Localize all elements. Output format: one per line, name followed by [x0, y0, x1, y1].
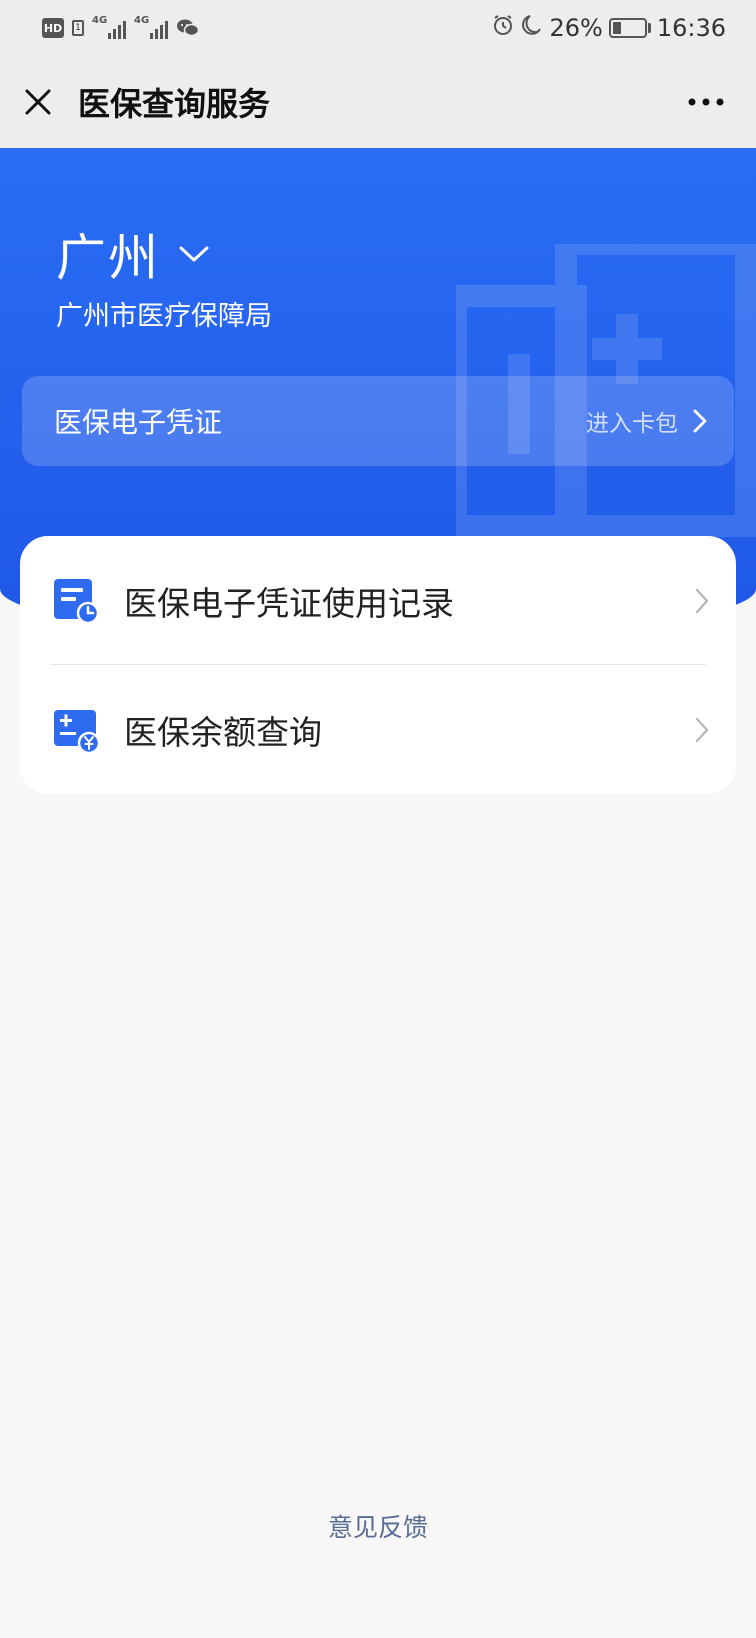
menu-item-label: 医保余额查询 [124, 712, 322, 752]
network-type-label: 4G [92, 15, 108, 26]
city-name: 广州 [56, 229, 160, 287]
ecard-label: 医保电子凭证 [54, 406, 223, 439]
sim-card-icon: 1 [72, 20, 84, 36]
enter-wallet-link[interactable]: 进入卡包 [586, 404, 678, 438]
battery-percent: 26% [549, 14, 603, 42]
status-right: 26% 16:36 [491, 13, 726, 43]
chevron-right-icon [695, 588, 709, 613]
more-dots-icon [688, 98, 724, 106]
feedback-link[interactable]: 意见反馈 [0, 1508, 756, 1544]
ecard-entry[interactable]: 医保电子凭证 进入卡包 [22, 376, 734, 466]
signal-icon: 4G [92, 15, 126, 39]
ecard-link-group: 进入卡包 [586, 404, 708, 438]
menu-card: 医保电子凭证使用记录 医保余额查询 [20, 536, 736, 794]
moon-icon [521, 13, 543, 43]
page-title: 医保查询服务 [78, 85, 271, 123]
close-button[interactable] [22, 86, 54, 118]
status-bar: HD 1 4G 4G 26% 16:36 [0, 0, 756, 56]
network-type-label: 4G [134, 15, 150, 26]
record-clock-icon [52, 577, 100, 625]
signal-icon: 4G [134, 15, 168, 39]
menu-item-usage-record[interactable]: 医保电子凭证使用记录 [20, 536, 736, 665]
chevron-right-icon [693, 409, 707, 433]
menu-item-balance-query[interactable]: 医保余额查询 [20, 665, 736, 794]
more-options-button[interactable] [686, 86, 726, 118]
nav-bar: 医保查询服务 [0, 56, 756, 148]
wechat-icon [176, 18, 200, 38]
status-left: HD 1 4G 4G [42, 15, 200, 39]
menu-item-label: 医保电子凭证使用记录 [124, 583, 454, 623]
chevron-down-icon [179, 246, 209, 262]
alarm-icon [491, 13, 515, 43]
city-selector[interactable]: 广州 [56, 218, 210, 290]
hd-icon: HD [42, 18, 64, 38]
clock-time: 16:36 [656, 14, 726, 42]
bureau-name: 广州市医疗保障局 [56, 301, 272, 332]
chevron-right-icon [695, 717, 709, 742]
close-icon [25, 89, 51, 115]
battery-icon [608, 18, 651, 38]
balance-yuan-icon [52, 706, 100, 754]
